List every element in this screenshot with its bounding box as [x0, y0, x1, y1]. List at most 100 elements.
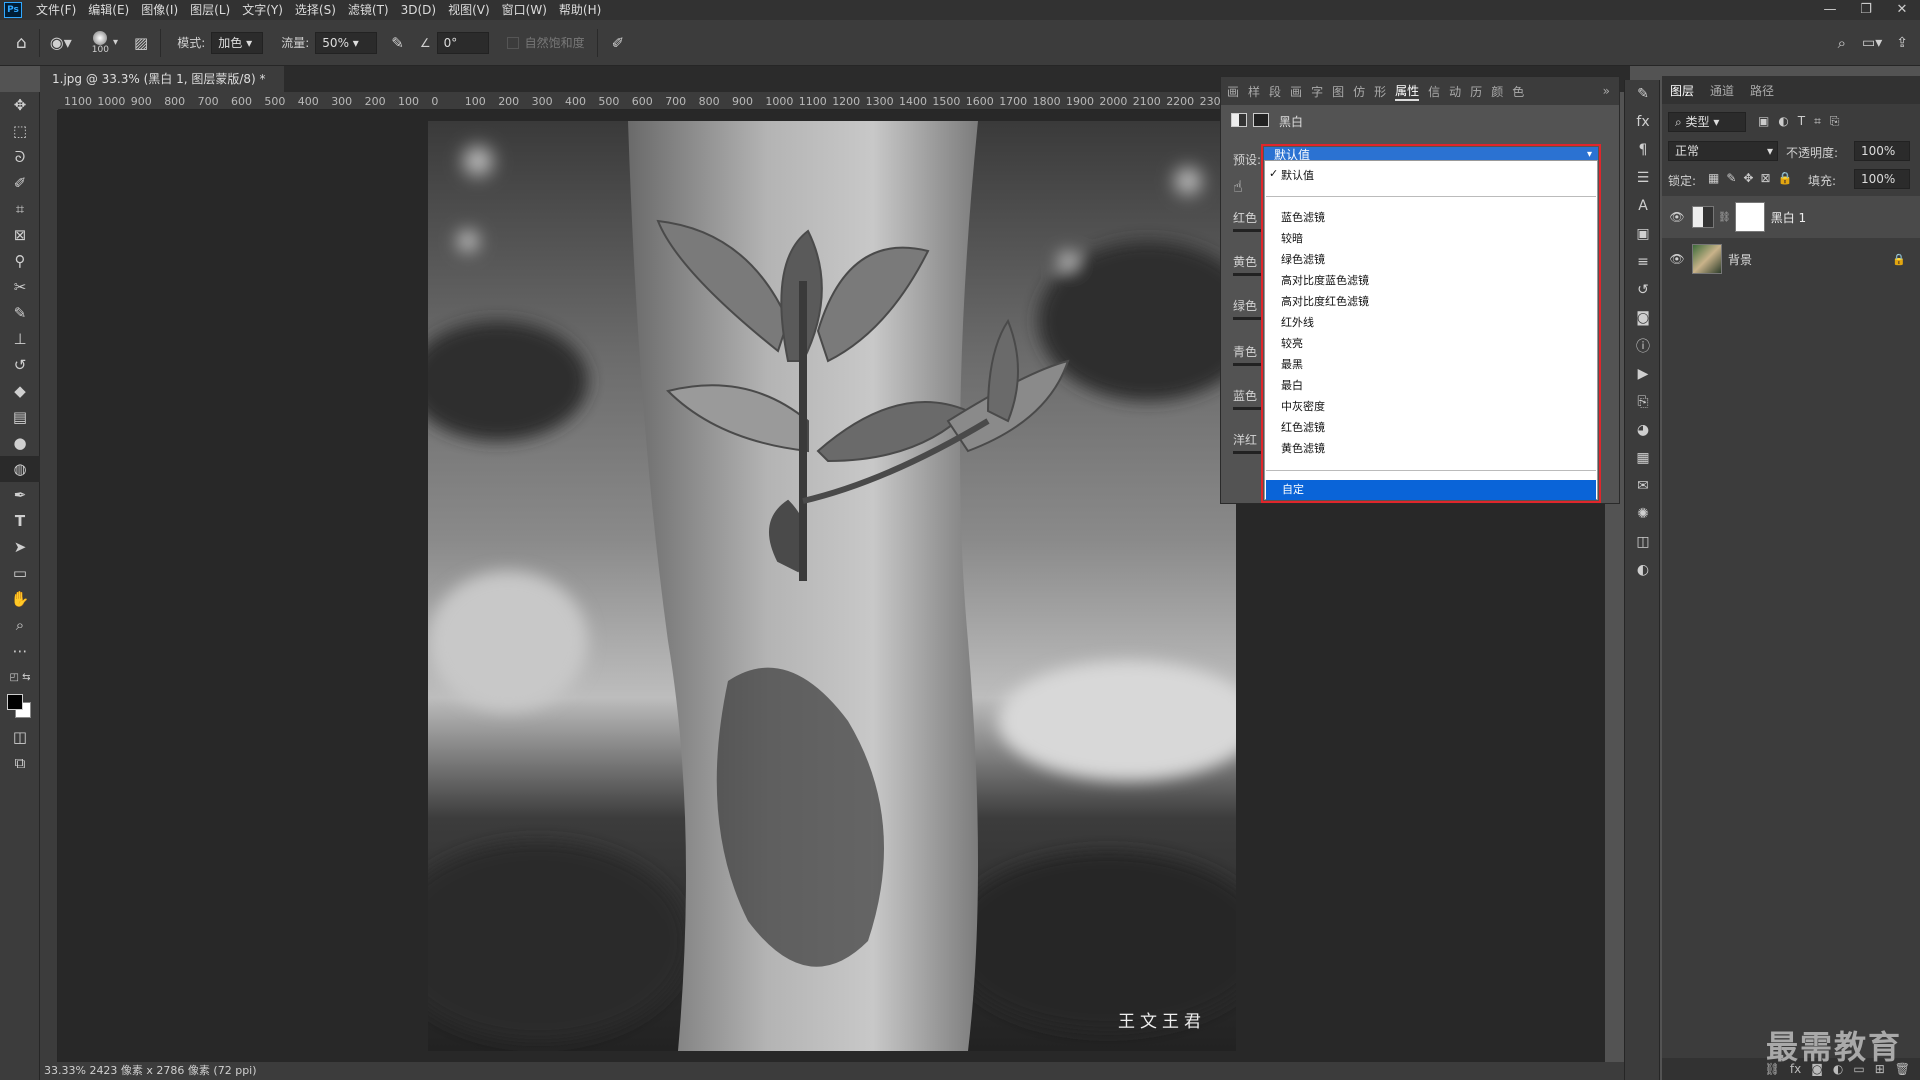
document-tab[interactable]: 1.jpg @ 33.3% (黑白 1, 图层蒙版/8) * ×	[40, 66, 284, 112]
pressure-size-icon[interactable]: ✐	[612, 34, 625, 52]
airbrush-icon[interactable]: ✎	[391, 34, 404, 52]
notes-panel-icon[interactable]: ✉	[1625, 472, 1661, 500]
properties-tab[interactable]: 颜	[1491, 83, 1503, 100]
properties-tab[interactable]: 形	[1374, 83, 1386, 100]
styles-panel-icon[interactable]: fx	[1625, 108, 1661, 136]
adjustment-layer-icon[interactable]	[1231, 113, 1247, 127]
brush-tool-icon[interactable]: ✎	[0, 300, 40, 326]
properties-tab[interactable]: 信	[1428, 83, 1440, 100]
brush-settings-icon[interactable]: ▨	[134, 34, 148, 52]
layer-filter-select[interactable]: ⌕ 类型 ▾	[1668, 112, 1746, 132]
flow-input[interactable]: 50% ▾	[315, 31, 378, 54]
vibrance-checkbox[interactable]: 自然饱和度	[506, 34, 585, 51]
quick-mask-icon[interactable]: ◫	[0, 724, 40, 750]
history-brush-tool-icon[interactable]: ↺	[0, 352, 40, 378]
pen-tool-icon[interactable]: ✒	[0, 482, 40, 508]
properties-tab[interactable]: 仿	[1353, 83, 1365, 100]
stamp-tool-icon[interactable]: ⊥	[0, 326, 40, 352]
channel-slider-red[interactable]	[1233, 229, 1261, 232]
properties-tab[interactable]: 段	[1269, 83, 1281, 100]
menu-type[interactable]: 文字(Y)	[236, 0, 289, 20]
properties-tab[interactable]: 图	[1332, 83, 1344, 100]
targeted-adjust-hand-icon[interactable]: ☝	[1233, 177, 1243, 196]
visibility-eye-icon[interactable]: 👁	[1662, 210, 1692, 224]
layer-mask-thumb[interactable]	[1734, 202, 1765, 232]
channel-slider-green[interactable]	[1233, 317, 1261, 320]
channel-slider-blue[interactable]	[1233, 407, 1261, 410]
mask-icon[interactable]	[1253, 113, 1269, 127]
layer-row[interactable]: 👁 背景 🔒	[1662, 238, 1920, 280]
eraser-tool-icon[interactable]: ◆	[0, 378, 40, 404]
info-panel-icon[interactable]: ⓘ	[1625, 332, 1661, 360]
fill-input[interactable]: 100%	[1854, 169, 1910, 189]
angle-input[interactable]: 0°	[436, 31, 489, 54]
zoom-tool-icon[interactable]: ⌕	[0, 612, 40, 638]
properties-panel-icon[interactable]: ☰	[1625, 164, 1661, 192]
channel-slider-magenta[interactable]	[1233, 451, 1261, 454]
panel-overflow-icon[interactable]: »	[1603, 84, 1610, 98]
properties-tab[interactable]: 属性	[1395, 82, 1420, 101]
type-tool-icon[interactable]: T	[0, 508, 40, 534]
minimize-button[interactable]: —	[1812, 0, 1848, 20]
vertical-ruler[interactable]	[40, 110, 58, 1062]
history-panel-icon[interactable]: ↺	[1625, 276, 1661, 304]
libraries-panel-icon[interactable]: ▣	[1625, 220, 1661, 248]
mode-select[interactable]: 加色 ▾	[211, 31, 264, 54]
layer-filter-icons[interactable]: ▣◐T⌗⎘	[1758, 114, 1849, 129]
shape-tool-icon[interactable]: ▭	[0, 560, 40, 586]
menu-3d[interactable]: 3D(D)	[395, 0, 442, 20]
menu-image[interactable]: 图像(I)	[135, 0, 184, 20]
lock-icon[interactable]: 🔒	[1892, 253, 1906, 266]
layer-row[interactable]: 👁 ⛓ 黑白 1	[1662, 196, 1920, 238]
search-icon[interactable]: ⌕	[1838, 34, 1846, 52]
timeline-panel-icon[interactable]: ◫	[1625, 528, 1661, 556]
menu-layer[interactable]: 图层(L)	[184, 0, 236, 20]
clone-source-panel-icon[interactable]: ⎘	[1625, 388, 1661, 416]
blend-mode-select[interactable]: 正常 ▾	[1668, 141, 1778, 161]
properties-tab[interactable]: 画	[1290, 83, 1302, 100]
channels-panel-icon[interactable]: ≡	[1625, 248, 1661, 276]
move-tool-icon[interactable]: ✥	[0, 92, 40, 118]
close-button[interactable]: ✕	[1884, 0, 1920, 20]
healing-tool-icon[interactable]: ✂	[0, 274, 40, 300]
document-image[interactable]: 王文王君	[428, 121, 1236, 1051]
path-select-tool-icon[interactable]: ➤	[0, 534, 40, 560]
restore-button[interactable]: ❐	[1848, 0, 1884, 20]
hand-tool-icon[interactable]: ✋	[0, 586, 40, 612]
menu-edit[interactable]: 编辑(E)	[82, 0, 135, 20]
gradient-tool-icon[interactable]: ▤	[0, 404, 40, 430]
lock-icons[interactable]: ▦✎✥⊠🔒	[1708, 171, 1799, 185]
gradients-panel-icon[interactable]: ◐	[1625, 556, 1661, 584]
menu-filter[interactable]: 滤镜(T)	[342, 0, 395, 20]
brush-size-picker[interactable]: 100	[92, 30, 109, 55]
adjustments-panel-icon[interactable]: ◙	[1625, 304, 1661, 332]
crop-tool-icon[interactable]: ⌗	[0, 196, 40, 222]
menu-select[interactable]: 选择(S)	[289, 0, 342, 20]
quick-select-tool-icon[interactable]: ✐	[0, 170, 40, 196]
properties-tab[interactable]: 动	[1449, 83, 1461, 100]
tool-preset-icon[interactable]: ◉▾	[50, 33, 72, 52]
properties-tab[interactable]: 字	[1311, 83, 1323, 100]
properties-tab[interactable]: 样	[1248, 83, 1260, 100]
share-icon[interactable]: ⇪	[1896, 35, 1908, 51]
eyedropper-tool-icon[interactable]: ⚲	[0, 248, 40, 274]
screen-mode-icon[interactable]: ⧉	[0, 750, 40, 776]
navigator-panel-icon[interactable]: ▦	[1625, 444, 1661, 472]
menu-window[interactable]: 窗口(W)	[496, 0, 553, 20]
more-tools-icon[interactable]: ⋯	[0, 638, 40, 664]
tab-layers[interactable]: 图层	[1670, 82, 1694, 99]
tab-channels[interactable]: 通道	[1710, 82, 1734, 99]
link-icon[interactable]: ⛓	[1718, 212, 1731, 223]
workspace-icon[interactable]: ▭▾	[1862, 35, 1882, 51]
channel-slider-cyan[interactable]	[1233, 363, 1261, 366]
channel-slider-yellow[interactable]	[1233, 273, 1261, 276]
frame-tool-icon[interactable]: ⊠	[0, 222, 40, 248]
menu-view[interactable]: 视图(V)	[442, 0, 496, 20]
color-panel-icon[interactable]: ✺	[1625, 500, 1661, 528]
marquee-tool-icon[interactable]: ⬚	[0, 118, 40, 144]
foreground-color-swatch[interactable]	[7, 694, 23, 710]
menu-file[interactable]: 文件(F)	[30, 0, 82, 20]
visibility-eye-icon[interactable]: 👁	[1662, 252, 1692, 266]
blur-tool-icon[interactable]: ●	[0, 430, 40, 456]
properties-tab[interactable]: 历	[1470, 83, 1482, 100]
